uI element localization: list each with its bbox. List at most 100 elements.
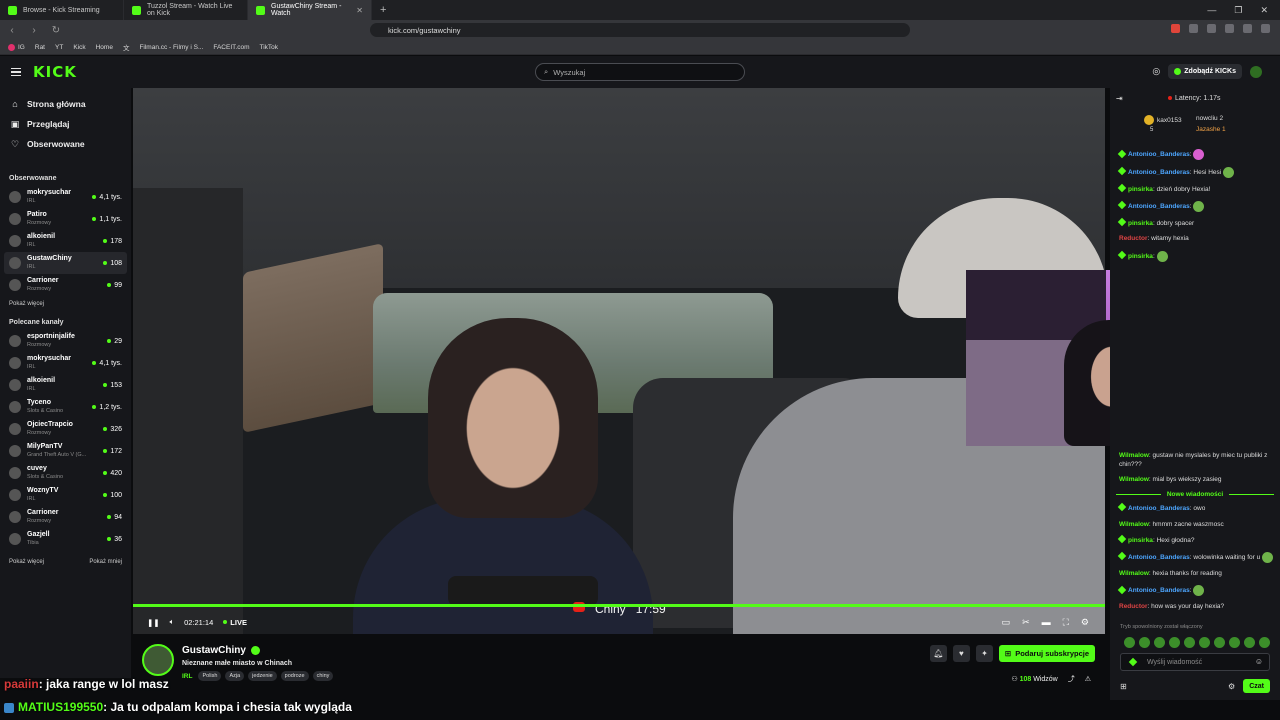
forward-icon[interactable]: › xyxy=(28,25,40,36)
close-window-icon[interactable]: ✕ xyxy=(1260,5,1268,16)
chat-username[interactable]: Reductor xyxy=(1119,235,1148,242)
bookmark-faceit[interactable]: FACEIT.com xyxy=(213,44,249,51)
extension-icon[interactable] xyxy=(1207,24,1216,33)
chat-username[interactable]: Antonioo_Banderas xyxy=(1128,505,1190,512)
channel-item[interactable]: OjciecTrapcio Rozmowy 326 xyxy=(0,418,131,440)
heart-icon[interactable]: ♥ xyxy=(952,645,970,662)
url-field[interactable]: kick.com/gustawchiny xyxy=(370,23,910,37)
channel-item[interactable]: mokrysuchar IRL 4,1 tys. xyxy=(0,186,131,208)
emote-icon[interactable] xyxy=(1214,637,1225,648)
streamer-name[interactable]: GustawChiny xyxy=(182,645,260,656)
nav-home[interactable]: ⌂ Strona główna xyxy=(0,94,131,114)
kick-logo[interactable]: KICK xyxy=(33,63,77,81)
bookmark-kick[interactable]: Kick xyxy=(73,44,85,51)
extension-icon[interactable] xyxy=(1243,24,1252,33)
bookmark-home[interactable]: Home xyxy=(96,44,113,51)
send-chat-button[interactable]: Czat xyxy=(1243,679,1270,693)
emote-icon[interactable] xyxy=(1169,637,1180,648)
emoji-icon[interactable]: ☺ xyxy=(1255,657,1263,666)
chat-username[interactable]: Antonioo_Banderas xyxy=(1128,152,1190,159)
fullscreen-icon[interactable]: ⛶ xyxy=(1063,617,1069,628)
video-player[interactable]: Chiny 17:59 ❚❚ 🔈︎ 02:21:14 LIVE ▭ ✂ ▬ ⛶ … xyxy=(133,88,1105,634)
collapse-chat-icon[interactable]: ⇥ xyxy=(1116,94,1123,103)
bookmark-filman[interactable]: Filman.cc - Filmy i S... xyxy=(139,44,203,51)
close-tab-icon[interactable]: ✕ xyxy=(356,6,363,15)
bookmark-ig[interactable]: IG xyxy=(8,43,25,51)
channel-item[interactable]: Carrioner Rozmowy 94 xyxy=(0,506,131,528)
emote-icon[interactable] xyxy=(1139,637,1150,648)
chat-username[interactable]: Antonioo_Banderas xyxy=(1128,588,1190,595)
stream-category[interactable]: IRL xyxy=(182,673,192,680)
nav-browse[interactable]: ▣ Przeglądaj xyxy=(0,114,131,134)
channel-item[interactable]: Carrioner Rozmowy 99 xyxy=(0,274,131,296)
bookmark-tiktok[interactable]: TikTok xyxy=(259,44,278,51)
tab-gustawchiny[interactable]: GustawChiny Stream - Watch ✕ xyxy=(248,0,372,20)
channel-item[interactable]: Tyceno Slots & Casino 1,2 tys. xyxy=(0,396,131,418)
notifications-icon[interactable]: ◎ xyxy=(1152,66,1160,77)
chat-settings-icon[interactable]: ⚙ xyxy=(1228,682,1235,691)
channel-item[interactable]: Gazjell Tibia 36 xyxy=(0,528,131,550)
chat-username[interactable]: pinsirka xyxy=(1128,537,1153,544)
gift-icon[interactable]: ⊞ xyxy=(1120,682,1127,691)
chat-username[interactable]: pinsirka xyxy=(1128,220,1153,227)
tag[interactable]: jedzenie xyxy=(248,671,277,681)
share-icon[interactable]: ⤴ xyxy=(1068,674,1075,684)
clip-icon[interactable]: ✂ xyxy=(1022,617,1030,628)
bookmark-yt[interactable]: YT xyxy=(55,44,63,51)
chat-input[interactable]: Wyślij wiadomość ☺ xyxy=(1120,653,1270,671)
emote-icon[interactable] xyxy=(1259,637,1270,648)
report-icon[interactable]: ⚠ xyxy=(1085,675,1091,683)
tag[interactable]: podroze xyxy=(280,671,309,681)
emote-icon[interactable] xyxy=(1199,637,1210,648)
bookmark-rat[interactable]: Rat xyxy=(35,44,45,51)
get-kicks-button[interactable]: Zdobądź KICKs xyxy=(1168,64,1242,79)
tag[interactable]: Polish xyxy=(198,671,222,681)
chat-username[interactable]: pinsirka xyxy=(1128,186,1153,193)
settings-icon[interactable]: ⚙ xyxy=(1081,617,1089,628)
channel-item[interactable]: MilyPanTV Grand Theft Auto V (G... 172 xyxy=(0,440,131,462)
maximize-icon[interactable]: ❐ xyxy=(1234,5,1242,16)
bookmark-translate[interactable]: 文 xyxy=(123,42,130,52)
channel-item[interactable]: GustawChiny IRL 108 xyxy=(4,252,127,274)
nav-following[interactable]: ♡ Obserwowane xyxy=(0,134,131,154)
gift-subscription-button[interactable]: ⊞ Podaruj subskrypcje xyxy=(998,645,1095,662)
channel-item[interactable]: cuvey Slots & Casino 420 xyxy=(0,462,131,484)
channel-item[interactable]: esportninjalife Rozmowy 29 xyxy=(0,330,131,352)
show-less-recommended[interactable]: Pokaż mniej xyxy=(89,554,122,570)
emote-icon[interactable] xyxy=(1244,637,1255,648)
menu-icon[interactable] xyxy=(1261,24,1270,33)
tab-tuzzol[interactable]: Tuzzol Stream - Watch Live on Kick xyxy=(124,0,248,20)
back-icon[interactable]: ‹ xyxy=(6,25,18,36)
progress-bar[interactable] xyxy=(133,604,1105,607)
bell-icon[interactable]: 🔔︎ xyxy=(929,645,947,662)
tab-browse[interactable]: Browse - Kick Streaming xyxy=(0,0,124,20)
chat-username[interactable]: Antonioo_Banderas xyxy=(1128,203,1190,210)
chat-username[interactable]: Wilmalow xyxy=(1119,476,1149,483)
chat-username[interactable]: Wilmalow xyxy=(1119,521,1149,528)
search-input[interactable]: ⌕ Wyszukaj xyxy=(535,63,745,81)
tag[interactable]: Azja xyxy=(225,671,245,681)
chat-username[interactable]: Antonioo_Banderas xyxy=(1128,554,1190,561)
streamer-avatar[interactable] xyxy=(142,644,174,676)
reload-icon[interactable]: ↻ xyxy=(50,25,62,36)
show-more-recommended[interactable]: Pokaż więcej xyxy=(9,554,44,570)
channel-item[interactable]: alkoienil IRL 153 xyxy=(0,374,131,396)
channel-item[interactable]: alkoienil IRL 178 xyxy=(0,230,131,252)
emote-icon[interactable] xyxy=(1229,637,1240,648)
emote-icon[interactable] xyxy=(1154,637,1165,648)
show-more-followed[interactable]: Pokaż więcej xyxy=(0,296,131,312)
chat-username[interactable]: Wilmalow xyxy=(1119,452,1149,459)
channel-item[interactable]: Patiro Rozmowy 1,1 tys. xyxy=(0,208,131,230)
pause-icon[interactable]: ❚❚ xyxy=(147,618,160,627)
chat-username[interactable]: pinsirka xyxy=(1128,253,1153,260)
menu-icon[interactable] xyxy=(11,67,21,77)
extension-icon[interactable] xyxy=(1171,24,1180,33)
chat-username[interactable]: Reductor xyxy=(1119,603,1148,610)
new-tab-icon[interactable]: + xyxy=(372,4,394,16)
channel-item[interactable]: WoznyTV IRL 100 xyxy=(0,484,131,506)
user-avatar[interactable] xyxy=(1250,65,1262,78)
chat-username[interactable]: Antonioo_Banderas xyxy=(1128,169,1190,176)
extension-icon[interactable] xyxy=(1189,24,1198,33)
volume-icon[interactable]: 🔈︎ xyxy=(170,617,175,627)
gift-icon[interactable]: ✦ xyxy=(975,645,993,662)
